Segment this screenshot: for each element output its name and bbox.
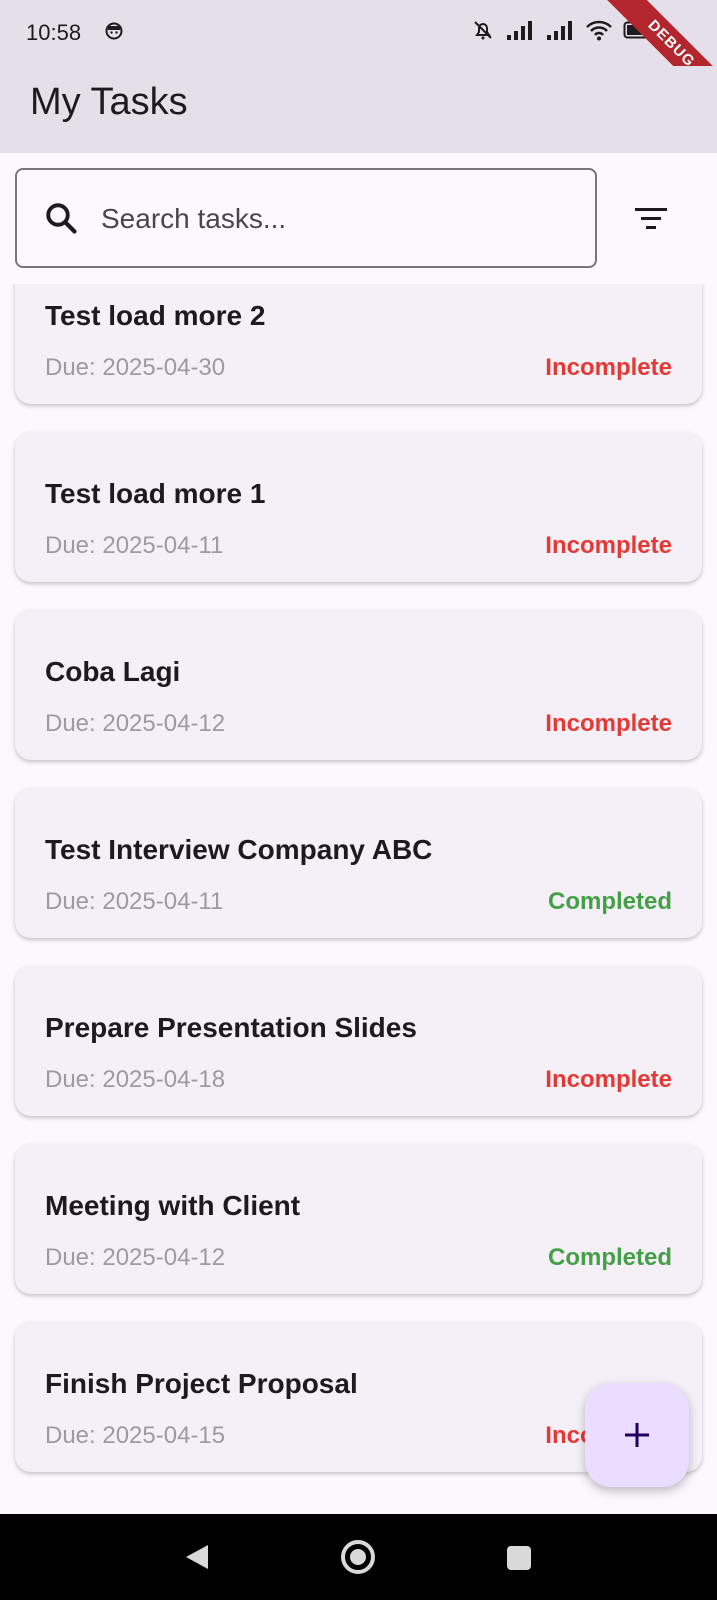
notification-face-icon	[105, 22, 123, 40]
back-icon[interactable]	[183, 1542, 211, 1572]
recents-icon[interactable]	[506, 1545, 532, 1571]
task-status: Incomplete	[545, 354, 672, 381]
status-time: 10:58	[26, 20, 82, 45]
status-bar: 10:58 DEBUG	[0, 0, 717, 118]
task-status: Incomplete	[545, 1066, 672, 1093]
task-due-date: Due: 2025-04-12	[45, 1244, 226, 1271]
task-due-date: Due: 2025-04-11	[45, 532, 224, 559]
signal-icon	[507, 21, 532, 40]
signal-icon	[547, 21, 572, 40]
task-title: Test Interview Company ABC	[45, 834, 433, 865]
task-due-date: Due: 2025-04-18	[45, 1066, 226, 1093]
task-title: Test load more 1	[45, 478, 266, 509]
bell-off-icon	[474, 21, 492, 40]
page-title: My Tasks	[30, 81, 188, 123]
wifi-icon	[586, 20, 612, 41]
system-nav-bar	[0, 1514, 717, 1600]
task-title: Prepare Presentation Slides	[45, 1012, 417, 1043]
task-title: Meeting with Client	[45, 1190, 301, 1221]
task-list-viewport[interactable]: Test load more 2 Due: 2025-04-30 Incompl…	[0, 284, 717, 1514]
home-icon[interactable]	[339, 1538, 377, 1576]
add-task-button[interactable]	[585, 1383, 689, 1487]
task-card[interactable]: Prepare Presentation Slides Due: 2025-04…	[15, 966, 702, 1116]
task-status: Incomplete	[545, 532, 672, 559]
task-card[interactable]: Meeting with Client Due: 2025-04-12 Comp…	[15, 1144, 702, 1294]
search-box[interactable]	[15, 168, 597, 268]
task-status: Incomplete	[545, 710, 672, 737]
task-due-date: Due: 2025-04-15	[45, 1422, 226, 1449]
task-title: Test load more 2	[45, 300, 266, 331]
task-card[interactable]: Test Interview Company ABC Due: 2025-04-…	[15, 788, 702, 938]
task-title: Coba Lagi	[45, 656, 181, 687]
search-row	[15, 168, 702, 270]
task-due-date: Due: 2025-04-30	[45, 354, 226, 381]
task-due-date: Due: 2025-04-12	[45, 710, 226, 737]
search-icon	[46, 203, 77, 234]
filter-icon	[635, 208, 667, 229]
add-icon	[625, 1423, 649, 1447]
task-due-date: Due: 2025-04-11	[45, 888, 224, 915]
task-card[interactable]: Coba Lagi Due: 2025-04-12 Incomplete	[15, 610, 702, 760]
task-title: Finish Project Proposal	[45, 1368, 358, 1399]
task-status: Completed	[547, 888, 672, 915]
task-card[interactable]: Test load more 2 Due: 2025-04-30 Incompl…	[15, 284, 702, 404]
task-status: Completed	[547, 1244, 672, 1271]
app-bar: My Tasks	[0, 66, 717, 153]
search-input[interactable]	[101, 196, 571, 242]
task-card[interactable]: Test load more 1 Due: 2025-04-11 Incompl…	[15, 432, 702, 582]
filter-button[interactable]	[630, 198, 672, 240]
